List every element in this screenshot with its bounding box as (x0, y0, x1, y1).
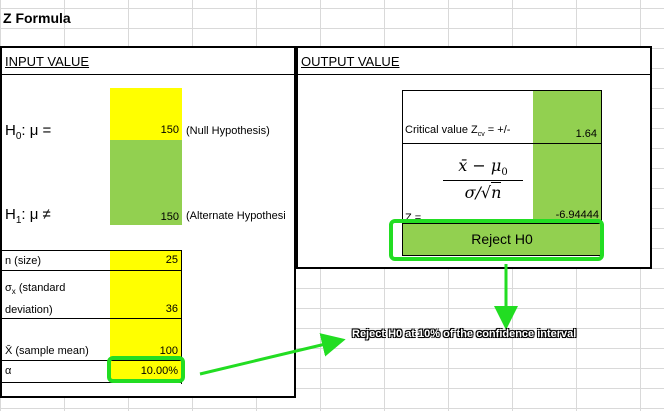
annotation-text: Reject H0 at 10% of the confidence inter… (352, 328, 577, 340)
annotation-arrows (199, 264, 518, 376)
arrow-right (199, 333, 346, 376)
